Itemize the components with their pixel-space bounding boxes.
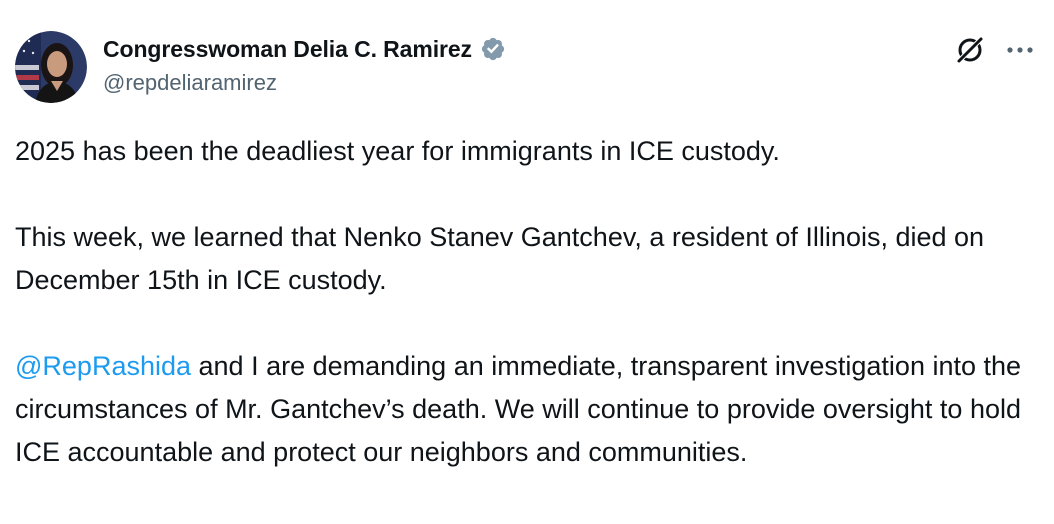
avatar[interactable] — [15, 31, 87, 103]
grok-icon[interactable] — [952, 32, 988, 68]
author-handle[interactable]: @repdeliaramirez — [103, 70, 277, 96]
tweet-card: Congresswoman Delia C. Ramirez @repdelia… — [0, 0, 1054, 524]
tweet-paragraph-1: 2025 has been the deadliest year for imm… — [15, 136, 780, 166]
tweet-paragraph-2: This week, we learned that Nenko Stanev … — [15, 222, 985, 295]
verified-badge-icon[interactable] — [478, 34, 508, 64]
author-name-row: Congresswoman Delia C. Ramirez — [103, 32, 508, 66]
more-options-icon[interactable] — [1002, 32, 1038, 68]
avatar-image — [15, 31, 87, 103]
mention-link[interactable]: @RepRashida — [15, 351, 191, 381]
author-display-name[interactable]: Congresswoman Delia C. Ramirez — [103, 36, 472, 63]
tweet-text: 2025 has been the deadliest year for imm… — [15, 130, 1045, 474]
tweet-paragraph-3: @RepRashida and I are demanding an immed… — [15, 345, 1045, 474]
